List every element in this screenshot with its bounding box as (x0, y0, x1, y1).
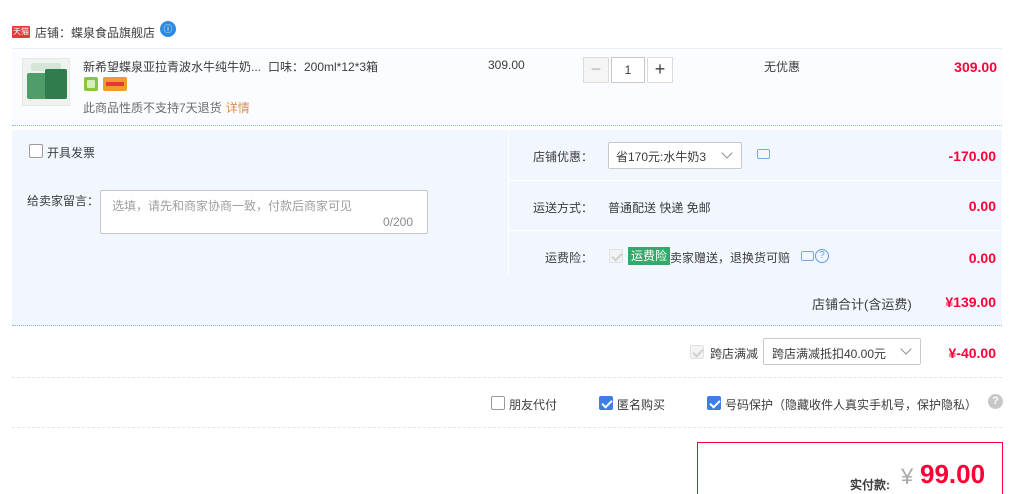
friend-pay-label[interactable]: 朋友代付 (509, 396, 557, 413)
divider (508, 130, 509, 276)
chat-bubble-icon[interactable] (801, 251, 814, 261)
tmall-badge: 天猫 (12, 26, 30, 38)
item-sku: 口味：200ml*12*3箱 (268, 60, 379, 74)
quantity-plus-button[interactable]: + (647, 57, 673, 83)
cross-store-label: 跨店满减 (710, 347, 759, 361)
item-title-link[interactable]: 新希望蝶泉亚拉青波水牛纯牛奶... (83, 58, 261, 75)
shipping-amount: 0.00 (968, 198, 996, 214)
detail-link[interactable]: 详情 (226, 101, 250, 115)
item-note: 此商品性质不支持7天退货 详情 (83, 99, 250, 116)
shop-label-prefix: 店铺： (35, 26, 72, 40)
divider (508, 180, 1002, 181)
item-note-text: 此商品性质不支持7天退货 (83, 101, 222, 115)
phone-protect-checkbox[interactable] (707, 396, 721, 410)
item-discount: 无优惠 (764, 60, 801, 74)
invoice-checkbox[interactable] (29, 144, 43, 158)
cross-store-checkbox (690, 345, 704, 359)
insurance-amount: 0.00 (968, 250, 996, 266)
shop-header: 店铺：蝶泉食品旗舰店 (35, 24, 155, 41)
quantity-stepper: − 1 + (583, 57, 673, 83)
insurance-text: 卖家赠送，退换货可赔 (670, 251, 791, 265)
cross-store-selected[interactable]: 跨店满减抵扣40.00元 (772, 345, 886, 362)
help-icon[interactable]: ? (815, 249, 829, 263)
chat-bubble-icon[interactable] (757, 149, 770, 159)
divider (12, 377, 1002, 378)
card-tag-icon (103, 77, 127, 91)
shop-discount-amount: -170.00 (948, 148, 996, 164)
message-placeholder: 选填，请先和商家协商一致，付款后商家可见 (112, 199, 353, 213)
unit-price: 309.00 (488, 58, 525, 72)
help-icon[interactable]: ? (988, 394, 1003, 409)
quantity-input[interactable]: 1 (611, 57, 645, 83)
payment-label: 实付款: (850, 478, 890, 492)
anonymous-purchase-label[interactable]: 匿名购买 (617, 396, 665, 413)
phone-protect-label[interactable]: 号码保护（隐藏收件人真实手机号，保护隐私） (725, 396, 977, 413)
shop-discount-label: 店铺优惠： (533, 150, 594, 164)
product-thumbnail[interactable] (22, 58, 70, 106)
shop-name-link[interactable]: 蝶泉食品旗舰店 (71, 26, 155, 40)
insurance-badge: 运费险 (628, 247, 671, 265)
payment-currency: ¥ (901, 464, 914, 489)
wangwang-chat-icon[interactable]: ⓘ (160, 21, 176, 37)
message-char-count: 0/200 (383, 215, 414, 229)
shop-subtotal-amount: ¥139.00 (945, 294, 996, 310)
item-total: 309.00 (954, 59, 997, 75)
shop-discount-selected[interactable]: 省170元:水牛奶3 (616, 148, 706, 165)
payment-amount: 99.00 (920, 459, 986, 489)
quantity-minus-button[interactable]: − (583, 57, 609, 83)
shop-subtotal-label: 店铺合计(含运费) (812, 297, 912, 312)
divider (12, 427, 1002, 428)
insurance-checkbox (609, 249, 623, 263)
cross-store-amount: ¥-40.00 (948, 345, 996, 361)
anonymous-purchase-checkbox[interactable] (599, 396, 613, 410)
service-tag-icon (84, 77, 98, 91)
divider (508, 230, 1002, 231)
shipping-label: 运送方式： (533, 201, 594, 215)
friend-pay-checkbox[interactable] (491, 396, 505, 410)
shipping-method: 普通配送 快递 免邮 (608, 201, 711, 215)
invoice-label[interactable]: 开具发票 (47, 144, 95, 161)
insurance-label: 运费险： (545, 251, 594, 265)
message-label: 给卖家留言： (27, 194, 100, 208)
